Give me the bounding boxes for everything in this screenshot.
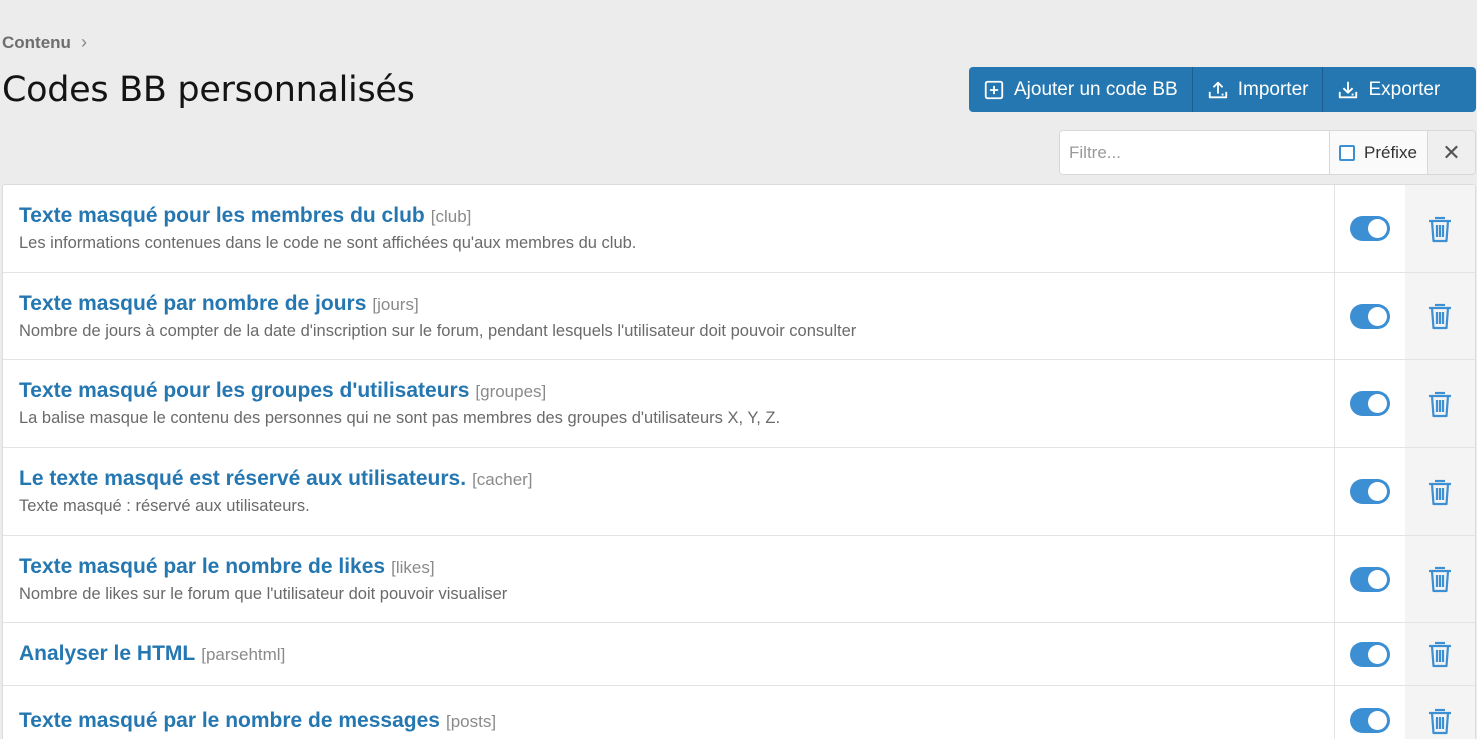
bbcode-toggle-cell (1335, 448, 1405, 535)
bbcode-tag: [likes] (391, 557, 435, 577)
bbcode-row-main: Analyser le HTML [parsehtml] (3, 623, 1335, 685)
bbcode-row-heading: Texte masqué par le nombre de likes [lik… (19, 555, 1318, 579)
trash-icon (1429, 641, 1451, 668)
enable-toggle[interactable] (1350, 566, 1390, 592)
download-icon (1339, 81, 1358, 98)
action-button-group: Ajouter un code BB Importer Exporter (969, 67, 1476, 112)
toggle-knob (1368, 219, 1387, 238)
bbcode-row-main: Texte masqué par le nombre de messages [… (3, 686, 1335, 739)
bbcode-title-link[interactable]: Texte masqué par le nombre de likes (19, 555, 385, 579)
toggle-knob (1368, 482, 1387, 501)
bbcode-title-link[interactable]: Texte masqué par nombre de jours (19, 292, 366, 316)
bbcode-toggle-cell (1335, 536, 1405, 622)
bbcode-tag: [jours] (372, 294, 419, 314)
bbcode-row-heading: Texte masqué par le nombre de messages [… (19, 709, 1318, 733)
bbcode-row-heading: Le texte masqué est réservé aux utilisat… (19, 467, 1318, 491)
import-button[interactable]: Importer (1193, 67, 1324, 112)
add-bbcode-label: Ajouter un code BB (1014, 78, 1178, 100)
bbcode-toggle-cell (1335, 623, 1405, 685)
bbcode-title-link[interactable]: Le texte masqué est réservé aux utilisat… (19, 467, 466, 491)
breadcrumb-link-contenu[interactable]: Contenu (2, 33, 71, 53)
bbcode-tag: [cacher] (472, 470, 533, 489)
delete-button[interactable] (1405, 185, 1475, 272)
bbcode-toggle-cell (1335, 686, 1405, 739)
bbcode-row: Texte masqué par le nombre de messages [… (3, 686, 1475, 739)
bbcode-tag: [club] (430, 207, 472, 226)
bbcode-row-main: Texte masqué par nombre de jours [jours]… (3, 273, 1335, 359)
bbcode-row-main: Texte masqué par le nombre de likes [lik… (3, 536, 1335, 622)
delete-button[interactable] (1405, 448, 1475, 535)
plus-square-icon (984, 80, 1004, 99)
trash-icon (1429, 216, 1451, 242)
delete-button[interactable] (1405, 273, 1475, 359)
bbcode-description: Les informations contenues dans le code … (19, 234, 637, 252)
clear-filter-button[interactable]: ✕ (1427, 131, 1475, 174)
filter-bar: Préfixe ✕ (1059, 130, 1476, 175)
toggle-knob (1368, 306, 1387, 326)
bbcode-title-link[interactable]: Texte masqué pour les groupes d'utilisat… (19, 379, 469, 403)
close-icon: ✕ (1442, 139, 1461, 165)
toggle-knob (1368, 569, 1387, 589)
bbcode-row-heading: Texte masqué pour les membres du club [c… (19, 204, 1318, 228)
trash-icon (1429, 391, 1451, 417)
delete-button[interactable] (1405, 686, 1475, 739)
bbcode-tag: [parsehtml] (201, 645, 286, 664)
enable-toggle[interactable] (1350, 216, 1390, 241)
export-button[interactable]: Exporter (1323, 67, 1454, 112)
bbcode-description: Texte masqué : réservé aux utilisateurs. (19, 497, 310, 515)
delete-button[interactable] (1405, 360, 1475, 447)
trash-icon (1429, 479, 1451, 505)
bbcode-row-main: Texte masqué pour les membres du club [c… (3, 185, 1335, 272)
bbcode-toggle-cell (1335, 185, 1405, 272)
breadcrumb: Contenu › (2, 32, 87, 53)
enable-toggle[interactable] (1350, 303, 1390, 329)
delete-button[interactable] (1405, 536, 1475, 622)
bbcode-tag: [groupes] (475, 382, 547, 401)
bbcode-row: Texte masqué par le nombre de likes [lik… (3, 536, 1475, 623)
bbcode-tag: [posts] (445, 711, 497, 731)
prefix-checkbox[interactable] (1339, 144, 1355, 161)
trash-icon (1429, 708, 1451, 734)
delete-button[interactable] (1405, 623, 1475, 685)
bbcode-title-link[interactable]: Texte masqué par le nombre de messages (19, 709, 440, 733)
bbcode-description: La balise masque le contenu des personne… (19, 409, 781, 427)
bbcode-row: Texte masqué pour les groupes d'utilisat… (3, 360, 1475, 448)
bbcode-list: Texte masqué pour les membres du club [c… (2, 184, 1476, 739)
import-label: Importer (1237, 78, 1309, 100)
trash-icon (1429, 303, 1451, 330)
bbcode-row-main: Texte masqué pour les groupes d'utilisat… (3, 360, 1335, 447)
enable-toggle[interactable] (1350, 391, 1390, 416)
bbcode-row-main: Le texte masqué est réservé aux utilisat… (3, 448, 1335, 535)
bbcode-row-heading: Texte masqué par nombre de jours [jours] (19, 292, 1318, 316)
trash-icon (1429, 566, 1451, 593)
bbcode-row: Le texte masqué est réservé aux utilisat… (3, 448, 1475, 536)
toggle-knob (1368, 711, 1387, 730)
bbcode-row-heading: Texte masqué pour les groupes d'utilisat… (19, 379, 1318, 403)
bbcode-description: Nombre de jours à compter de la date d'i… (19, 321, 857, 340)
bbcode-title-link[interactable]: Analyser le HTML (19, 642, 195, 666)
bbcode-toggle-cell (1335, 360, 1405, 447)
bbcode-title-link[interactable]: Texte masqué pour les membres du club (19, 204, 425, 228)
enable-toggle[interactable] (1350, 479, 1390, 504)
prefix-toggle[interactable]: Préfixe (1330, 131, 1428, 174)
chevron-right-icon: › (80, 32, 87, 52)
enable-toggle[interactable] (1350, 641, 1390, 667)
upload-icon (1208, 81, 1227, 98)
prefix-label: Préfixe (1364, 142, 1417, 162)
toggle-knob (1368, 394, 1387, 413)
bbcode-row: Analyser le HTML [parsehtml] (3, 623, 1475, 686)
bbcode-toggle-cell (1335, 273, 1405, 359)
bbcode-row-heading: Analyser le HTML [parsehtml] (19, 642, 1318, 666)
export-label: Exporter (1368, 78, 1441, 100)
toggle-knob (1368, 644, 1387, 664)
filter-input[interactable] (1060, 131, 1330, 174)
page-title: Codes BB personnalisés (2, 70, 415, 110)
bbcode-row: Texte masqué pour les membres du club [c… (3, 185, 1475, 273)
enable-toggle[interactable] (1350, 708, 1390, 733)
page: Contenu › Codes BB personnalisés Ajouter… (0, 0, 1477, 739)
bbcode-description: Nombre de likes sur le forum que l'utili… (19, 584, 508, 603)
add-bbcode-button[interactable]: Ajouter un code BB (969, 67, 1193, 112)
bbcode-row: Texte masqué par nombre de jours [jours]… (3, 273, 1475, 360)
